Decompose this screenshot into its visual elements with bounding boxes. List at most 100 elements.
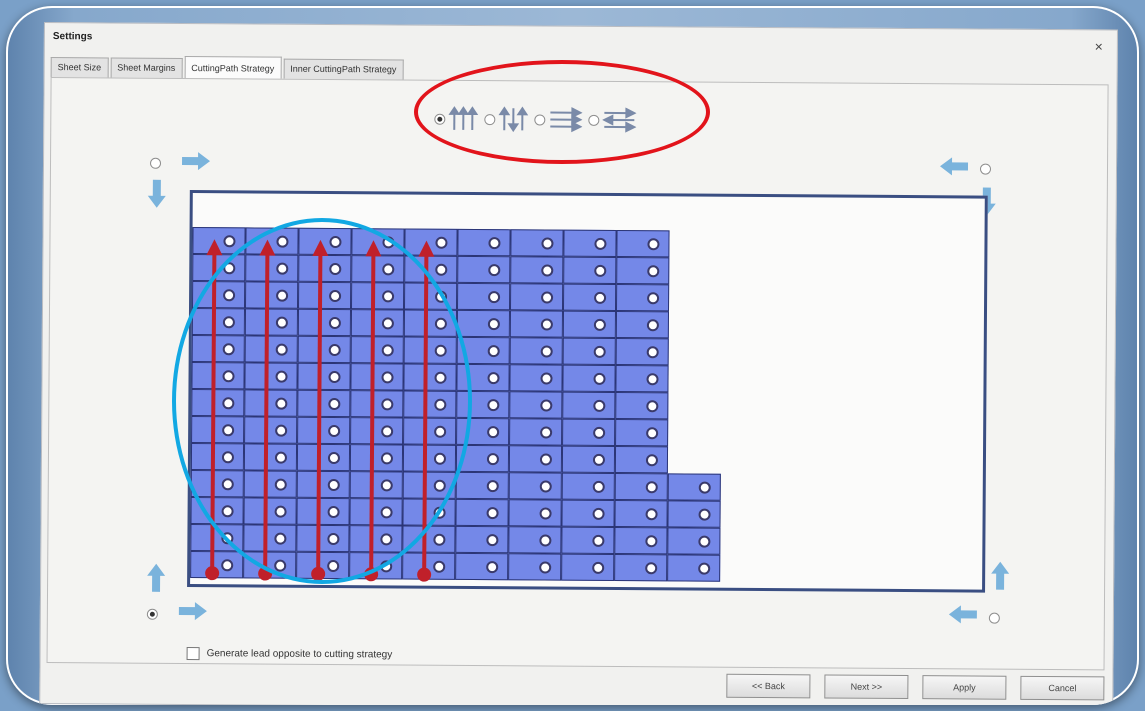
generate-lead-option[interactable]: Generate lead opposite to cutting strate… bbox=[186, 647, 393, 661]
lead-point bbox=[221, 478, 234, 491]
strategy-option-horizontal-right[interactable] bbox=[534, 106, 583, 133]
lead-point bbox=[646, 373, 659, 386]
tab-sheet-margins[interactable]: Sheet Margins bbox=[110, 57, 183, 78]
lead-point bbox=[487, 345, 500, 358]
lead-point bbox=[329, 235, 342, 249]
lead-point bbox=[222, 316, 235, 329]
strategy-radio-2[interactable] bbox=[484, 113, 496, 125]
part-cell bbox=[508, 526, 562, 554]
part-cell bbox=[508, 553, 562, 581]
part-cell bbox=[190, 497, 244, 525]
part-cell bbox=[614, 526, 668, 555]
lead-point bbox=[328, 370, 341, 384]
lead-point bbox=[382, 290, 395, 303]
part-cell bbox=[350, 390, 404, 418]
lead-point bbox=[486, 534, 499, 547]
part-cell bbox=[297, 389, 351, 418]
tab-strip: Sheet Size Sheet Margins CuttingPath Str… bbox=[50, 55, 406, 80]
back-button[interactable]: << Back bbox=[726, 673, 811, 699]
tab-inner-cuttingpath-strategy[interactable]: Inner CuttingPath Strategy bbox=[283, 58, 404, 80]
part-cell bbox=[350, 363, 404, 391]
tab-sheet-size[interactable]: Sheet Size bbox=[50, 57, 109, 78]
lead-point bbox=[540, 426, 553, 439]
part-cell bbox=[614, 472, 668, 501]
tab-cuttingpath-strategy[interactable]: CuttingPath Strategy bbox=[184, 55, 282, 79]
lead-point bbox=[221, 559, 234, 572]
lead-point bbox=[433, 506, 446, 519]
strategy-radio-3[interactable] bbox=[534, 113, 546, 126]
part-cell bbox=[245, 281, 299, 309]
close-button[interactable]: × bbox=[1095, 38, 1103, 54]
part-cell bbox=[244, 362, 298, 390]
corner-radio-bottom-left[interactable] bbox=[146, 608, 158, 620]
lead-point bbox=[434, 425, 447, 438]
apply-button[interactable]: Apply bbox=[922, 675, 1007, 700]
strategy-radio-1[interactable] bbox=[434, 113, 446, 125]
corner-radio-top-left[interactable] bbox=[149, 157, 162, 169]
lead-point bbox=[433, 533, 446, 546]
part-cell bbox=[509, 391, 563, 419]
lead-point bbox=[645, 508, 658, 521]
lead-point bbox=[541, 264, 554, 277]
strategy-radio-4[interactable] bbox=[588, 114, 600, 126]
part-cell bbox=[404, 228, 458, 256]
strategy-options bbox=[434, 106, 642, 133]
part-cell bbox=[510, 256, 564, 284]
part-cell bbox=[191, 389, 245, 417]
part-cell bbox=[615, 311, 669, 339]
part-cell bbox=[351, 228, 405, 256]
part-cell bbox=[510, 229, 564, 257]
lead-point bbox=[594, 264, 607, 277]
part-cell bbox=[297, 335, 351, 364]
cancel-button[interactable]: Cancel bbox=[1020, 675, 1105, 701]
lead-point bbox=[539, 480, 552, 493]
lead-point bbox=[327, 532, 340, 546]
lead-point bbox=[487, 372, 500, 385]
lead-point bbox=[698, 508, 711, 521]
strategy-option-vertical-up[interactable] bbox=[434, 106, 479, 132]
lead-point bbox=[433, 479, 446, 492]
lead-point bbox=[647, 265, 660, 278]
strategy-option-vertical-alternating[interactable] bbox=[484, 106, 529, 133]
part-cell bbox=[296, 524, 350, 553]
part-cell bbox=[350, 417, 404, 445]
part-cell bbox=[561, 526, 615, 554]
corner-radio-top-right[interactable] bbox=[979, 163, 992, 175]
lead-point bbox=[380, 560, 393, 573]
part-cell bbox=[403, 309, 458, 337]
lead-point bbox=[645, 562, 658, 575]
lead-point bbox=[539, 561, 552, 574]
lead-point bbox=[327, 505, 340, 519]
lead-point bbox=[380, 506, 393, 519]
horizontal-alternating-arrows-icon bbox=[602, 107, 637, 133]
part-cell bbox=[191, 416, 245, 444]
generate-lead-checkbox[interactable] bbox=[186, 647, 200, 661]
lead-point bbox=[221, 532, 234, 545]
lead-point bbox=[276, 235, 289, 248]
lead-point bbox=[435, 290, 448, 303]
lead-point bbox=[275, 370, 288, 383]
part-cell bbox=[457, 255, 511, 284]
lead-point bbox=[328, 343, 341, 357]
part-cell bbox=[351, 282, 405, 310]
lead-point bbox=[539, 534, 552, 547]
lead-point bbox=[434, 344, 447, 357]
vertical-up-arrows-icon bbox=[448, 106, 479, 130]
part-cell bbox=[403, 363, 457, 391]
part-cell bbox=[402, 498, 456, 526]
lead-point bbox=[223, 289, 236, 302]
lead-point bbox=[488, 291, 501, 304]
next-button[interactable]: Next >> bbox=[824, 674, 909, 700]
part-cell bbox=[508, 499, 562, 527]
corner-radio-bottom-right[interactable] bbox=[988, 612, 1000, 624]
part-cell bbox=[457, 282, 511, 311]
part-cell bbox=[243, 497, 297, 525]
part-cell bbox=[191, 335, 245, 363]
part-cell bbox=[616, 257, 670, 285]
part-cell bbox=[243, 443, 298, 471]
lead-point bbox=[647, 238, 660, 251]
lead-point bbox=[276, 262, 289, 275]
strategy-option-horizontal-alternating[interactable] bbox=[588, 107, 637, 133]
lead-point bbox=[487, 426, 500, 439]
part-cell bbox=[190, 470, 244, 498]
